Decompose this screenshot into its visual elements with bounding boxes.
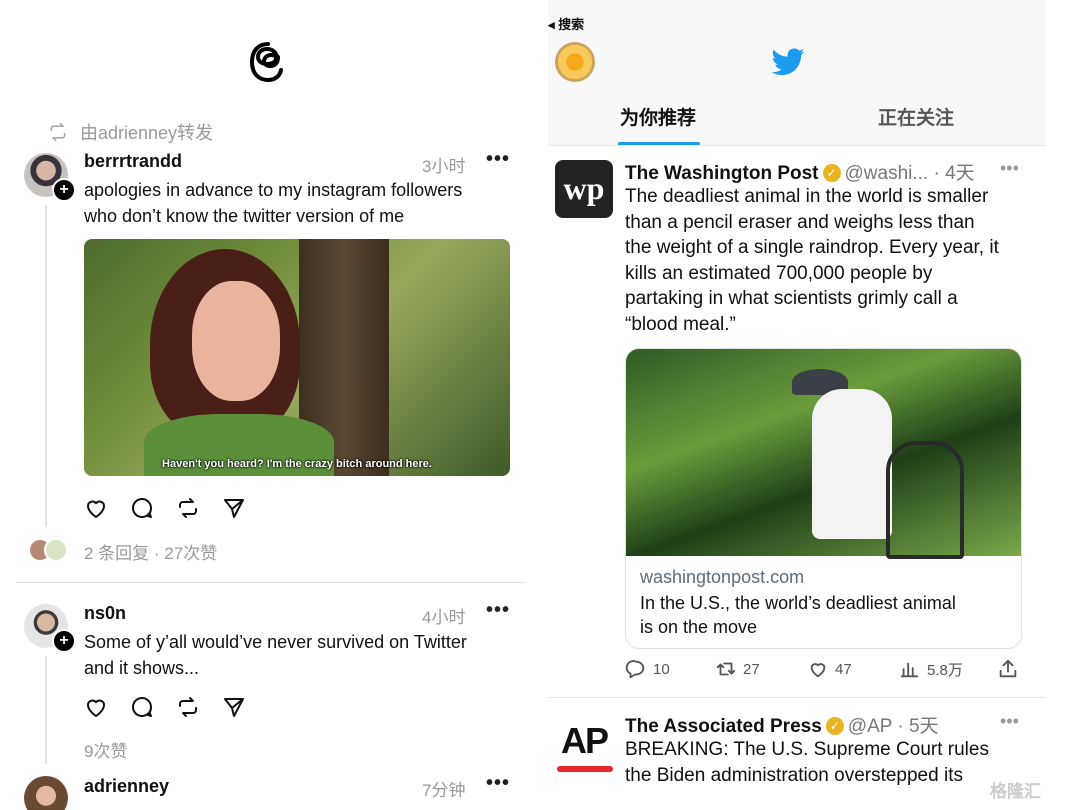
- thread-line: [45, 656, 47, 764]
- tab-following[interactable]: 正在关注: [878, 103, 954, 130]
- threads-logo-icon[interactable]: [246, 40, 290, 84]
- tweet-handle-time: @AP · 5天: [847, 716, 939, 737]
- thread-line: [45, 205, 47, 527]
- retweet-icon: [716, 662, 736, 676]
- reply-avatar: [44, 538, 68, 562]
- reply-button[interactable]: 10: [625, 658, 670, 680]
- repost-label: 由adrienney转发: [80, 123, 214, 143]
- tweet-actions: 10 27 47 5.8万: [625, 658, 1020, 684]
- divider: [548, 697, 1046, 698]
- post-username[interactable]: berrrtrandd: [84, 151, 182, 172]
- link-title: In the U.S., the world’s deadliest anima…: [640, 591, 1010, 639]
- follow-plus-icon[interactable]: +: [52, 629, 76, 653]
- tweet-text-line: BREAKING: The U.S. Supreme Court rules: [625, 739, 989, 760]
- repost-icon[interactable]: [176, 496, 200, 520]
- back-to-search-link[interactable]: ◂ 搜索: [548, 14, 584, 33]
- divider: [16, 582, 526, 583]
- tweet-text: BREAKING: The U.S. Supreme Court rules t…: [625, 737, 989, 788]
- like-count: 47: [835, 660, 852, 678]
- image-caption: Haven't you heard? I'm the crazy bitch a…: [162, 458, 432, 470]
- like-heart-icon: [810, 663, 826, 678]
- ap-logo-bar: [557, 766, 613, 772]
- face: [192, 281, 280, 401]
- post-time: 7分钟: [422, 781, 466, 800]
- person-white-suit: [812, 389, 892, 539]
- tweet-text-line: kills an estimated 700,000 people by: [625, 262, 933, 284]
- post-stats[interactable]: 2 条回复 · 27次赞: [84, 539, 217, 564]
- views-count: 5.8万: [927, 661, 963, 679]
- tweet-author-name[interactable]: The Washington Post: [625, 163, 819, 184]
- tweet-text-line: The deadliest animal in the world is sma…: [625, 186, 989, 207]
- more-options-icon[interactable]: •••: [486, 148, 510, 171]
- tweet-author-name[interactable]: The Associated Press: [625, 716, 822, 737]
- twitter-panel: ◂ 搜索 为你推荐 正在关注 wp The Washington Post ✓ @w…: [548, 0, 1046, 810]
- repost-icon: [50, 122, 66, 142]
- verified-badge-icon: ✓: [825, 717, 844, 735]
- follow-plus-icon[interactable]: +: [52, 178, 76, 202]
- link-title-line: In the U.S., the world’s deadliest anima…: [640, 593, 956, 613]
- reply-count: 10: [653, 660, 670, 678]
- share-button[interactable]: [997, 658, 1019, 680]
- tweet-header: The Associated Press ✓ @AP · 5天: [625, 711, 939, 738]
- post-actions: [84, 496, 246, 520]
- more-options-icon[interactable]: •••: [486, 599, 510, 622]
- more-options-icon[interactable]: •••: [486, 772, 510, 795]
- views-chart-icon: [900, 662, 919, 678]
- post-username[interactable]: ns0n: [84, 603, 126, 624]
- tweet-text-line: “blood meal.”: [625, 313, 736, 335]
- tweet-text-line: than a pencil eraser and weighs less tha…: [625, 211, 975, 233]
- profile-avatar[interactable]: [555, 42, 595, 82]
- post-text-line: apologies in advance to my instagram fol…: [84, 180, 463, 200]
- like-heart-icon[interactable]: [84, 695, 108, 719]
- watermark-text: 格隆汇: [990, 782, 1041, 801]
- share-upload-icon: [999, 659, 1017, 678]
- divider: [548, 145, 1046, 146]
- views-button[interactable]: 5.8万: [899, 658, 963, 680]
- comment-icon[interactable]: [130, 496, 154, 520]
- comment-icon[interactable]: [130, 695, 154, 719]
- retweet-count: 27: [743, 660, 760, 678]
- ap-logo-text: AP: [560, 720, 609, 761]
- tab-for-you[interactable]: 为你推荐: [620, 103, 696, 130]
- tweet-avatar[interactable]: wp: [555, 160, 613, 218]
- more-options-icon[interactable]: •••: [1000, 158, 1019, 179]
- more-options-icon[interactable]: •••: [1000, 711, 1019, 732]
- tweet-text-line: the weight of a single raindrop. Every y…: [625, 237, 999, 258]
- post-actions: [84, 695, 246, 719]
- verified-badge-icon: ✓: [822, 164, 841, 182]
- post-text-line: who don’t know the twitter version of me: [84, 206, 405, 226]
- post-time: 4小时: [422, 608, 466, 627]
- share-send-icon[interactable]: [222, 496, 246, 520]
- share-send-icon[interactable]: [222, 695, 246, 719]
- tweet-handle-time: @washi... · 4天: [844, 163, 975, 184]
- repost-indicator: 由adrienney转发: [48, 121, 213, 143]
- tweet-text-line: partaking in what scientists grimly call…: [625, 288, 958, 309]
- like-button[interactable]: 47: [807, 658, 852, 680]
- post-text-line: and it shows...: [84, 658, 200, 678]
- avatar[interactable]: [24, 776, 68, 810]
- threads-panel: 由adrienney转发 + berrrtrandd 3小时 ••• apolo…: [0, 0, 540, 810]
- post-username[interactable]: adrienney: [84, 776, 169, 797]
- tweet-text: The deadliest animal in the world is sma…: [625, 184, 999, 337]
- garden-chair: [886, 441, 964, 559]
- like-heart-icon[interactable]: [84, 496, 108, 520]
- retweet-button[interactable]: 27: [715, 658, 760, 680]
- twitter-bird-icon[interactable]: [770, 44, 806, 80]
- repost-icon[interactable]: [176, 695, 200, 719]
- tweet-header: The Washington Post ✓ @washi... · 4天: [625, 158, 975, 185]
- link-domain: washingtonpost.com: [640, 567, 805, 587]
- post-text-line: Some of y’all would’ve never survived on…: [84, 632, 467, 652]
- link-card[interactable]: washingtonpost.com In the U.S., the worl…: [625, 348, 1022, 649]
- post-stats[interactable]: 9次赞: [84, 737, 127, 762]
- link-title-line: is on the move: [640, 617, 758, 637]
- tweet-avatar[interactable]: AP: [555, 718, 613, 776]
- reply-icon: [625, 660, 645, 679]
- post-time: 3小时: [422, 157, 466, 176]
- post-image[interactable]: Haven't you heard? I'm the crazy bitch a…: [84, 239, 510, 476]
- tweet-text-line: the Biden administration overstepped its: [625, 764, 963, 786]
- watermark: 格隆汇: [990, 777, 1041, 802]
